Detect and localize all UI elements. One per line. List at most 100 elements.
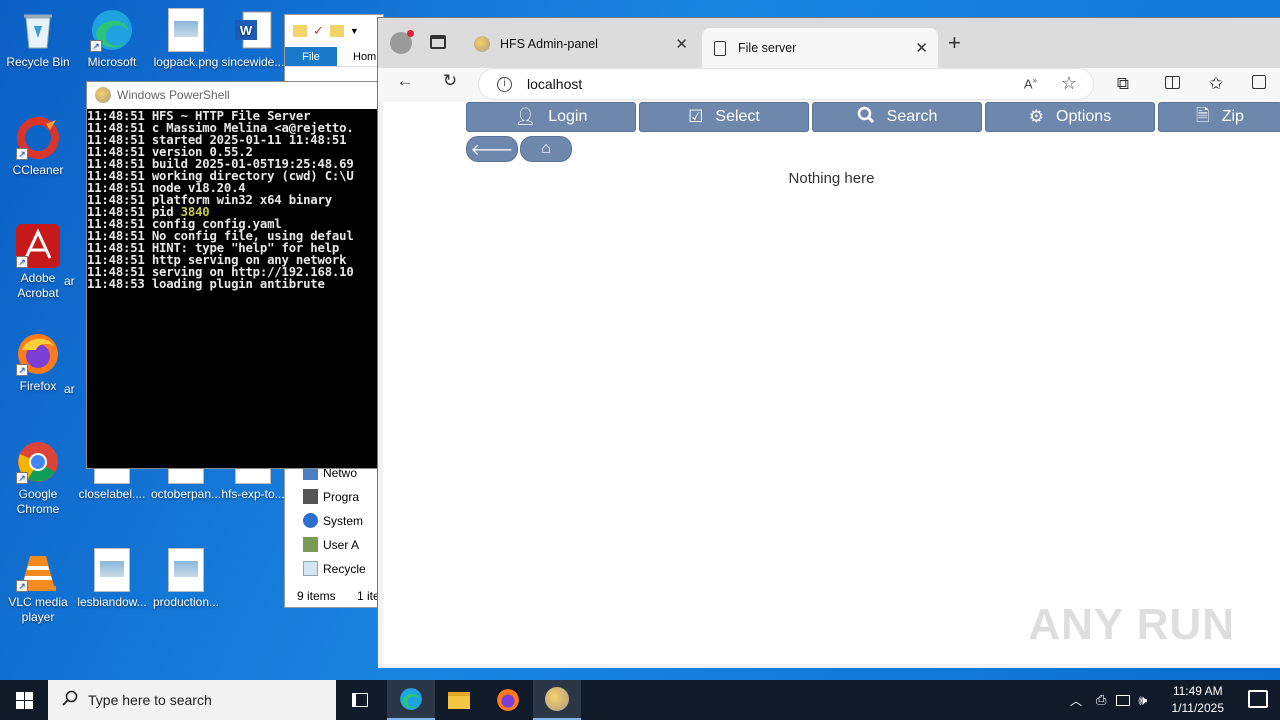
chevron-down-icon[interactable]: ▼ — [350, 26, 359, 36]
desktop-icon-partial[interactable]: ar — [64, 274, 88, 289]
clock-time: 11:49 AM — [1172, 684, 1223, 698]
zip-button[interactable]: 🗎︎ Zip — [1158, 102, 1280, 132]
volume-icon[interactable]: 🕪︎ — [1138, 692, 1147, 709]
desktop-icon-partial[interactable]: ar — [64, 382, 88, 397]
anyrun-watermark: ANY RUN — [1028, 600, 1235, 649]
tab-file-server[interactable]: File server ✕ — [702, 28, 938, 68]
favorites-button[interactable]: ✩ — [1203, 71, 1229, 97]
taskbar-edge[interactable] — [387, 680, 435, 720]
console-output[interactable]: 11:48:51 HFS ~ HTTP File Server 11:48:51… — [87, 109, 380, 468]
search-button[interactable]: Search — [812, 102, 982, 132]
close-tab-icon[interactable]: ✕ — [915, 39, 928, 57]
url-text: localhost — [527, 76, 583, 92]
taskbar: Type here to search ︿ ⎙ 🕪︎ 11:49 AM 1/11… — [0, 680, 1280, 720]
notification-center-icon[interactable] — [1248, 690, 1268, 708]
refresh-button[interactable]: ↻ — [437, 68, 463, 94]
tab-strip: HFS Admin-panel ✕ File server ✕ + — [378, 18, 1280, 68]
home-icon: ⌂ — [541, 140, 551, 157]
device-icon[interactable]: ⎙ — [1096, 692, 1106, 708]
taskbar-firefox[interactable] — [484, 680, 532, 720]
recycle-bin-icon — [16, 8, 60, 52]
edge-icon — [400, 688, 422, 710]
word-document-icon: W — [231, 8, 275, 52]
extensions-button[interactable]: ⧉ — [1110, 71, 1136, 97]
properties-icon[interactable]: ✓ — [313, 23, 324, 39]
desktop-icon-ccleaner[interactable]: ↗ CCleaner — [0, 116, 76, 178]
empty-folder-message: Nothing here — [788, 170, 875, 187]
desktop-icon-vlc[interactable]: ↗ VLC media player — [0, 548, 76, 625]
desktop-icon-edge[interactable]: ↗ Microsoft Edge — [74, 8, 150, 70]
tab-title: HFS Admin-panel — [500, 37, 598, 51]
system-icon — [303, 513, 318, 528]
back-button[interactable]: ← — [392, 68, 418, 94]
desktop-icon-production[interactable]: production... — [148, 548, 224, 610]
nav-item-user-accounts[interactable]: User A — [303, 535, 359, 555]
collections-button[interactable] — [1246, 71, 1272, 97]
console-line: 11:48:53 loading plugin antibrute — [87, 277, 325, 291]
page-viewport[interactable]: 👤︎ Login ☑ Select Search ⚙ Options 🗎︎ Zip 🡐︎… — [383, 102, 1280, 664]
tab-actions-icon[interactable] — [430, 35, 446, 49]
taskbar-search-box[interactable]: Type here to search — [48, 680, 336, 720]
search-icon — [857, 106, 875, 129]
acrobat-icon: ↗ — [16, 224, 60, 268]
desktop-icon-google-chrome[interactable]: ↗ Google Chrome — [0, 440, 76, 517]
hfs-favicon — [474, 36, 490, 52]
status-item-count: 9 items — [297, 589, 336, 603]
tab-file[interactable]: File — [285, 47, 337, 66]
task-view-button[interactable] — [336, 680, 384, 720]
desktop-icon-logpack[interactable]: logpack.png — [148, 8, 224, 70]
taskbar-file-explorer[interactable] — [435, 680, 483, 720]
image-file-icon — [168, 548, 204, 592]
programs-icon — [303, 489, 318, 504]
hfs-breadcrumb: 🡐︎ ⌂ — [466, 136, 572, 162]
login-button[interactable]: 👤︎ Login — [466, 102, 636, 132]
home-button[interactable]: ⌂ — [520, 136, 572, 162]
powershell-titlebar[interactable]: Windows PowerShell — [87, 82, 380, 108]
chrome-icon: ↗ — [16, 440, 60, 484]
folder-icon[interactable] — [293, 25, 307, 37]
powershell-window[interactable]: Windows PowerShell 11:48:51 HFS ~ HTTP F… — [86, 81, 381, 469]
tab-home[interactable]: Hom — [337, 47, 376, 66]
new-tab-button[interactable]: + — [948, 30, 961, 56]
desktop-icon-adobe-acrobat[interactable]: ↗ Adobe Acrobat — [0, 224, 76, 301]
hfs-toolbar: 👤︎ Login ☑ Select Search ⚙ Options 🗎︎ Zip — [466, 102, 1280, 132]
ribbon-tabs: File Hom — [285, 47, 383, 67]
close-tab-icon[interactable]: ✕ — [675, 35, 688, 53]
chevron-up-icon[interactable]: ︿ — [1070, 692, 1082, 709]
nav-item-system[interactable]: System — [303, 511, 363, 531]
taskbar-hfs[interactable] — [533, 680, 581, 720]
clock[interactable]: 11:49 AM 1/11/2025 — [1172, 683, 1225, 717]
parent-folder-button[interactable]: 🡐︎ — [466, 136, 518, 162]
info-icon[interactable]: i — [497, 77, 512, 92]
nav-item-programs[interactable]: Progra — [303, 487, 359, 507]
window-title: Windows PowerShell — [117, 88, 230, 102]
search-placeholder: Type here to search — [88, 692, 212, 708]
start-button[interactable] — [0, 680, 48, 720]
windows-logo-icon — [15, 691, 33, 709]
desktop-icon-sincewide[interactable]: W sincewide... — [218, 8, 288, 70]
tab-hfs-admin-panel[interactable]: HFS Admin-panel ✕ — [462, 28, 698, 60]
split-screen-icon — [1164, 76, 1180, 89]
edge-browser-window[interactable]: HFS Admin-panel ✕ File server ✕ + ← ↻ i … — [377, 17, 1280, 668]
read-aloud-icon[interactable]: A» — [1024, 76, 1037, 91]
desktop-icon-recycle-bin[interactable]: Recycle Bin — [0, 8, 76, 70]
split-screen-button[interactable] — [1159, 71, 1185, 97]
hfs-app-icon — [545, 687, 569, 711]
arrow-left-icon: 🡐︎ — [470, 141, 514, 159]
desktop-icon-lesbiandow[interactable]: lesbiandow... — [74, 548, 150, 610]
browser-toolbar: ← ↻ i localhost A» ☆ ⧉ ✩ — [378, 68, 1280, 102]
favorites-icon: ✩ — [1208, 74, 1224, 93]
new-folder-icon[interactable] — [329, 25, 344, 37]
options-button[interactable]: ⚙ Options — [985, 102, 1155, 132]
favorite-star-icon[interactable]: ☆ — [1061, 73, 1077, 94]
zip-file-icon: 🗎︎ — [1196, 105, 1210, 125]
nav-item-recycle-bin[interactable]: Recycle — [303, 559, 366, 579]
image-file-icon — [168, 8, 204, 52]
address-bar[interactable]: i localhost A» ☆ — [478, 68, 1094, 100]
profile-icon[interactable] — [390, 30, 414, 54]
select-button[interactable]: ☑ Select — [639, 102, 809, 132]
network-icon[interactable] — [1116, 694, 1131, 706]
puzzle-icon: ⧉ — [1116, 74, 1130, 93]
recycle-bin-icon — [303, 561, 318, 576]
page-icon — [714, 40, 726, 56]
